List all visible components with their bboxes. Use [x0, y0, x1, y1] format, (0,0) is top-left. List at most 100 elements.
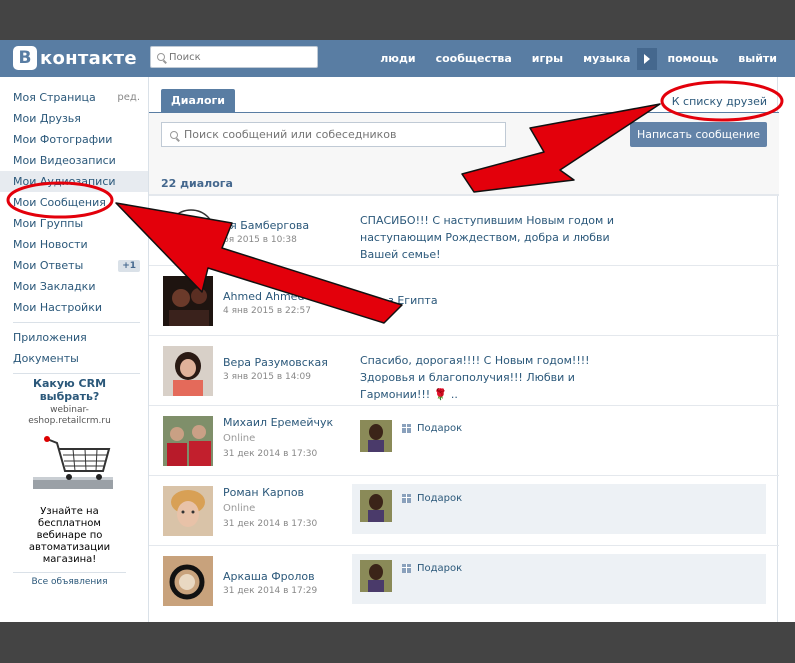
- dialog-name[interactable]: ия Бамбергова: [223, 219, 309, 232]
- dialog-row[interactable]: Михаил Еремейчук Online 31 дек 2014 в 17…: [149, 405, 779, 475]
- gift-label: Подарок: [402, 423, 462, 434]
- sidebar-item-label: Моя Страница: [13, 91, 96, 104]
- sidebar-item-groups[interactable]: Мои Группы: [0, 213, 148, 234]
- sidebar-item-answers[interactable]: Мои Ответы +1: [0, 255, 148, 276]
- sidebar-item-label: Мои Аудиозаписи: [13, 175, 116, 188]
- avatar: [163, 556, 213, 606]
- dialog-name[interactable]: Роман Карпов: [223, 486, 304, 499]
- top-dark-border: [0, 0, 795, 40]
- sidebar-item-messages[interactable]: Мои Сообщения: [0, 192, 148, 213]
- friends-list-link[interactable]: К списку друзей: [672, 95, 767, 108]
- write-message-button[interactable]: Написать сообщение: [630, 122, 767, 147]
- site-header: В контакте люди сообщества игры музыка п…: [0, 40, 795, 77]
- all-ads-link[interactable]: Все объявления: [13, 577, 126, 587]
- dialog-row[interactable]: Ahmed Ahmed 4 янв 2015 в 22:57 з Египта: [149, 265, 779, 335]
- sidebar-item-label: Мои Настройки: [13, 301, 102, 314]
- shopping-cart-icon[interactable]: [25, 433, 115, 497]
- sidebar-item-videos[interactable]: Мои Видеозаписи: [0, 150, 148, 171]
- sidebar-item-friends[interactable]: Мои Друзья: [0, 108, 148, 129]
- sidebar-item-my-page[interactable]: Моя Страница ред.: [0, 87, 148, 108]
- sidebar-item-label: Мои Ответы: [13, 259, 84, 272]
- sidebar-ad[interactable]: Какую CRM выбрать? webinar-eshop.retailc…: [13, 377, 126, 587]
- search-icon: [170, 130, 178, 139]
- nav-games[interactable]: игры: [532, 52, 563, 65]
- gift-message[interactable]: Подарок: [352, 414, 762, 464]
- tab-dialogs[interactable]: Диалоги: [161, 89, 235, 113]
- sidebar-item-label: Мои Видеозаписи: [13, 154, 116, 167]
- online-status: Online: [223, 503, 256, 514]
- gift-text: Подарок: [417, 563, 463, 574]
- sender-thumbnail: [360, 490, 392, 522]
- dialog-row[interactable]: ия Бамбергова ря 2015 в 10:38 СПАСИБО!!!…: [149, 195, 779, 265]
- left-sidebar: Моя Страница ред. Мои Друзья Мои Фотогра…: [0, 77, 148, 622]
- main-content: Диалоги К списку друзей Написать сообщен…: [148, 77, 779, 622]
- dialog-row[interactable]: Вера Разумовская 3 янв 2015 в 14:09 Спас…: [149, 335, 779, 405]
- gift-text: Подарок: [417, 493, 463, 504]
- dialog-date: 31 дек 2014 в 17:29: [223, 586, 318, 596]
- ad-url: webinar-eshop.retailcrm.ru: [28, 405, 111, 426]
- dialog-date: ря 2015 в 10:38: [223, 235, 297, 245]
- nav-logout[interactable]: выйти: [738, 52, 777, 65]
- dialog-date: 31 дек 2014 в 17:30: [223, 449, 318, 459]
- sidebar-item-apps[interactable]: Приложения: [0, 327, 148, 348]
- gift-text: Подарок: [417, 423, 463, 434]
- avatar: [163, 276, 213, 326]
- online-status: Online: [223, 433, 256, 444]
- sidebar-item-label: Приложения: [13, 331, 87, 344]
- gift-icon: [402, 494, 411, 503]
- nav-music[interactable]: музыка: [583, 52, 630, 65]
- sidebar-item-label: Мои Сообщения: [13, 196, 106, 209]
- sidebar-item-bookmarks[interactable]: Мои Закладки: [0, 276, 148, 297]
- dialog-name[interactable]: Ahmed Ahmed: [223, 290, 304, 303]
- sidebar-item-settings[interactable]: Мои Настройки: [0, 297, 148, 318]
- sidebar-item-news[interactable]: Мои Новости: [0, 234, 148, 255]
- dialog-name[interactable]: Вера Разумовская: [223, 356, 328, 369]
- header-search-input[interactable]: [169, 51, 309, 63]
- dialog-message: з Египта: [388, 294, 438, 307]
- gift-message[interactable]: Подарок: [352, 554, 766, 604]
- dialog-date: 3 янв 2015 в 14:09: [223, 372, 311, 382]
- gift-icon: [402, 564, 411, 573]
- gift-icon: [402, 424, 411, 433]
- sidebar-divider: [13, 373, 140, 374]
- message-search[interactable]: [161, 122, 506, 147]
- ad-title[interactable]: Какую CRM выбрать?: [13, 377, 126, 403]
- sidebar-divider: [13, 322, 140, 323]
- dialog-message: СПАСИБО!!! С наступившим Новым годом и н…: [360, 214, 614, 261]
- vk-page: В контакте люди сообщества игры музыка п…: [0, 40, 795, 622]
- avatar: [163, 486, 213, 536]
- sidebar-item-label: Мои Фотографии: [13, 133, 113, 146]
- dialog-row[interactable]: Роман Карпов Online 31 дек 2014 в 17:30 …: [149, 475, 779, 545]
- ad-text: Узнайте на бесплатном вебинаре по автома…: [28, 506, 111, 565]
- sidebar-item-documents[interactable]: Документы: [0, 348, 148, 369]
- play-icon[interactable]: [637, 47, 658, 70]
- dialog-date: 4 янв 2015 в 22:57: [223, 306, 311, 316]
- nav-people[interactable]: люди: [380, 52, 415, 65]
- gift-label: Подарок: [402, 493, 462, 504]
- vk-logo[interactable]: В контакте: [13, 45, 137, 71]
- header-search[interactable]: [150, 46, 318, 68]
- answers-badge: +1: [118, 259, 140, 272]
- sidebar-item-audio[interactable]: Мои Аудиозаписи: [0, 171, 148, 192]
- avatar: [163, 346, 213, 396]
- bottom-dark-border: [0, 622, 795, 663]
- search-icon: [157, 53, 165, 61]
- sidebar-item-label: Мои Друзья: [13, 112, 81, 125]
- dialog-name[interactable]: Аркаша Фролов: [223, 570, 315, 583]
- dialog-date: 31 дек 2014 в 17:30: [223, 519, 318, 529]
- top-nav: люди сообщества игры музыка помощь выйти: [360, 40, 777, 77]
- avatar: [163, 416, 213, 466]
- dialog-name[interactable]: Михаил Еремейчук: [223, 416, 333, 429]
- logo-text: контакте: [40, 47, 137, 69]
- nav-help[interactable]: помощь: [667, 52, 718, 65]
- nav-communities[interactable]: сообщества: [436, 52, 512, 65]
- logo-badge: В: [13, 46, 37, 70]
- dialog-message: Спасибо, дорогая!!!! С Новым годом!!!! З…: [360, 354, 590, 401]
- sidebar-item-photos[interactable]: Мои Фотографии: [0, 129, 148, 150]
- edit-link[interactable]: ред.: [117, 92, 140, 103]
- sender-thumbnail: [360, 420, 392, 452]
- sender-thumbnail: [360, 560, 392, 592]
- gift-message[interactable]: Подарок: [352, 484, 766, 534]
- dialog-row[interactable]: Аркаша Фролов 31 дек 2014 в 17:29 Подаро…: [149, 545, 779, 622]
- message-search-input[interactable]: [184, 128, 494, 141]
